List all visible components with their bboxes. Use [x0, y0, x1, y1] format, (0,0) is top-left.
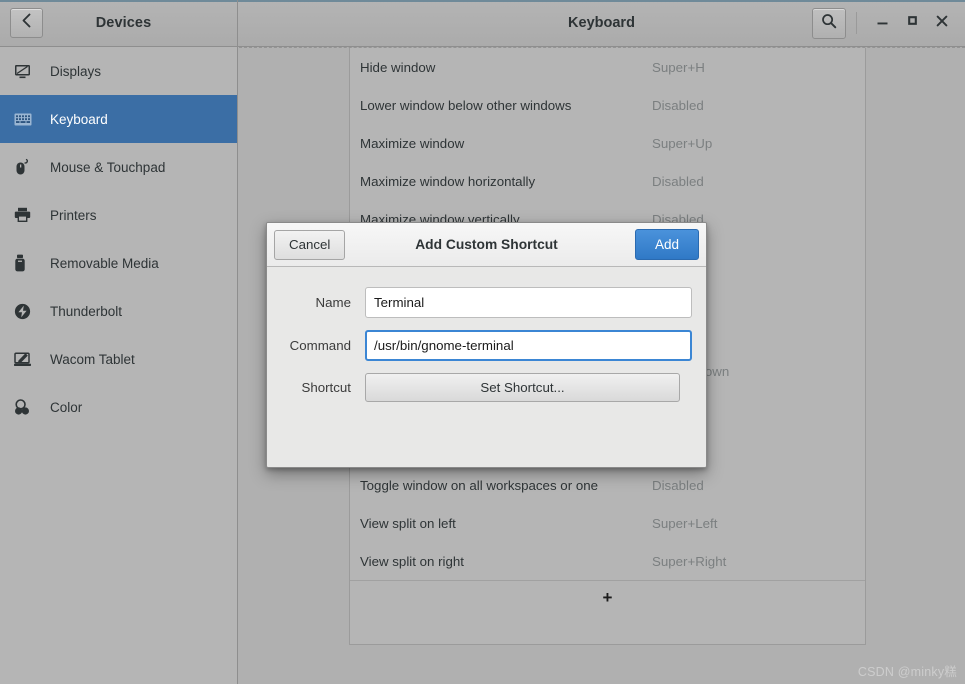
sidebar-item-label: Color: [50, 399, 83, 415]
table-row[interactable]: Lower window below other windows Disable…: [350, 86, 865, 124]
sidebar: Displays Keyboard Mouse & Touchpad Print…: [0, 47, 238, 684]
name-field-wrap: [365, 287, 692, 318]
sidebar-item-thunderbolt[interactable]: Thunderbolt: [0, 287, 237, 335]
search-button[interactable]: [812, 7, 846, 39]
minimize-button[interactable]: [867, 8, 897, 38]
table-row[interactable]: Maximize window Super+Up: [350, 124, 865, 162]
shortcut-row: Shortcut Set Shortcut...: [281, 373, 692, 402]
name-label: Name: [315, 295, 351, 310]
back-button[interactable]: [10, 8, 43, 38]
sidebar-item-mouse-touchpad[interactable]: Mouse & Touchpad: [0, 143, 237, 191]
add-shortcut-button[interactable]: +: [350, 580, 865, 613]
sidebar-item-label: Wacom Tablet: [50, 351, 135, 367]
shortcut-accel: Disabled: [652, 173, 704, 189]
sidebar-item-wacom-tablet[interactable]: Wacom Tablet: [0, 335, 237, 383]
shortcut-label: Shortcut: [301, 380, 351, 395]
mouse-icon: [14, 158, 40, 176]
maximize-icon: [906, 14, 919, 32]
shortcut-accel: Super+Right: [652, 553, 727, 569]
search-icon: [821, 13, 837, 34]
close-button[interactable]: [927, 8, 957, 38]
plus-icon: +: [602, 587, 613, 607]
color-icon: [14, 398, 40, 416]
sidebar-item-label: Printers: [50, 207, 97, 223]
title-bar: Devices Keyboard: [0, 0, 965, 47]
shortcut-accel: Disabled: [652, 97, 704, 113]
sidebar-title: Devices: [95, 15, 152, 31]
dialog-header: Cancel Add Custom Shortcut Add: [267, 223, 706, 267]
shortcut-accel: Super+H: [652, 59, 705, 75]
table-row[interactable]: View split on right Super+Right: [350, 542, 865, 580]
command-field-wrap: [365, 330, 692, 361]
name-input[interactable]: [365, 287, 692, 318]
thunderbolt-icon: [14, 303, 40, 320]
shortcut-name: Lower window below other windows: [360, 97, 572, 113]
table-row[interactable]: Toggle window on all workspaces or one D…: [350, 466, 865, 504]
command-row: Command: [281, 330, 692, 361]
sidebar-item-displays[interactable]: Displays: [0, 47, 237, 95]
printer-icon: [14, 207, 40, 223]
command-label: Command: [289, 338, 351, 353]
add-button[interactable]: Add: [634, 229, 699, 260]
maximize-button[interactable]: [897, 8, 927, 38]
dialog-body: Name Command Shortcut Set Shortcut...: [267, 267, 706, 402]
shortcut-name: Maximize window horizontally: [360, 173, 536, 189]
cancel-button[interactable]: Cancel: [274, 229, 346, 260]
main-header: Keyboard: [238, 0, 965, 46]
shortcut-accel: Super+Up: [652, 135, 713, 151]
sidebar-item-removable-media[interactable]: Removable Media: [0, 239, 237, 287]
header-separator: [856, 12, 857, 34]
sidebar-item-printers[interactable]: Printers: [0, 191, 237, 239]
shortcut-name: View split on left: [360, 515, 456, 531]
sidebar-item-keyboard[interactable]: Keyboard: [0, 95, 237, 143]
shortcut-name: Maximize window: [360, 135, 465, 151]
sidebar-item-label: Removable Media: [50, 255, 159, 271]
shortcut-field-wrap: Set Shortcut...: [365, 373, 692, 402]
minimize-icon: [876, 14, 889, 32]
shortcut-accel: Disabled: [652, 477, 704, 493]
add-custom-shortcut-dialog: Cancel Add Custom Shortcut Add Name Comm…: [266, 222, 707, 468]
table-row[interactable]: Maximize window horizontally Disabled: [350, 162, 865, 200]
shortcut-accel: Super+Left: [652, 515, 718, 531]
sidebar-item-color[interactable]: Color: [0, 383, 237, 431]
sidebar-item-label: Mouse & Touchpad: [50, 159, 166, 175]
sidebar-header: Devices: [0, 0, 238, 46]
command-input[interactable]: [365, 330, 692, 361]
table-row[interactable]: View split on left Super+Left: [350, 504, 865, 542]
display-icon: [14, 63, 40, 80]
shortcut-name: Toggle window on all workspaces or one: [360, 477, 598, 493]
set-shortcut-button[interactable]: Set Shortcut...: [365, 373, 680, 402]
shortcut-name: View split on right: [360, 553, 464, 569]
sidebar-item-label: Keyboard: [50, 111, 108, 127]
close-icon: [935, 14, 949, 33]
sidebar-item-label: Thunderbolt: [50, 303, 123, 319]
name-row: Name: [281, 287, 692, 318]
removable-media-icon: [14, 254, 40, 272]
keyboard-icon: [14, 113, 40, 126]
window-controls: [812, 0, 965, 46]
wacom-tablet-icon: [14, 351, 40, 367]
chevron-left-icon: [21, 13, 32, 33]
table-row[interactable]: Hide window Super+H: [350, 48, 865, 86]
sidebar-item-label: Displays: [50, 63, 102, 79]
settings-window: Devices Keyboard Displays Keyboard Mouse…: [0, 0, 965, 684]
shortcut-name: Hide window: [360, 59, 436, 75]
